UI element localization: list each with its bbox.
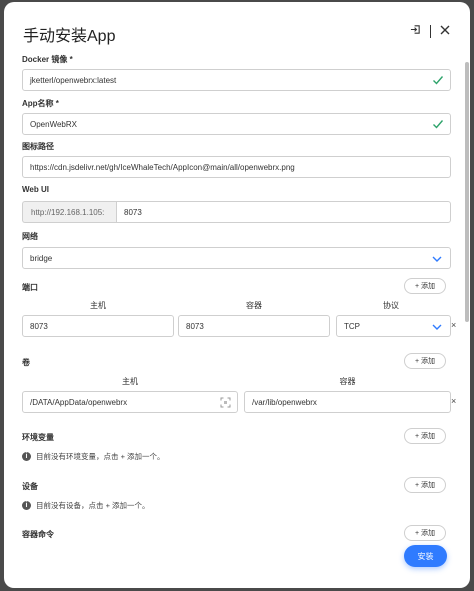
add-device-button[interactable]: + 添加: [404, 477, 446, 493]
docker-image-label: Docker 镜像 *: [22, 55, 73, 64]
plus-icon: +: [414, 357, 420, 365]
ports-label: 端口: [22, 283, 38, 292]
header-divider: [430, 24, 431, 38]
plus-icon: +: [414, 529, 420, 537]
install-button[interactable]: 安装: [404, 545, 447, 567]
add-cmd-button[interactable]: + 添加: [404, 525, 446, 541]
valid-check-icon: [432, 118, 444, 130]
volume-container-header: 容器: [339, 377, 356, 386]
network-select[interactable]: bridge: [22, 247, 451, 269]
chevron-down-icon: [432, 323, 442, 331]
close-icon[interactable]: [440, 24, 450, 38]
port-container-value: 8073: [186, 321, 204, 331]
network-label: 网络: [22, 232, 38, 241]
web-ui-port-input[interactable]: 8073: [116, 201, 451, 223]
folder-picker-icon[interactable]: [220, 397, 231, 408]
valid-check-icon: [432, 74, 444, 86]
port-container-input[interactable]: 8073: [178, 315, 330, 337]
remove-port-button[interactable]: ×: [451, 320, 456, 330]
add-env-button[interactable]: + 添加: [404, 428, 446, 444]
volume-host-value: /DATA/AppData/openwebrx: [30, 397, 128, 407]
web-ui-label: Web UI: [22, 185, 49, 194]
port-host-input[interactable]: 8073: [22, 315, 174, 337]
port-container-header: 容器: [246, 301, 262, 310]
port-protocol-select[interactable]: TCP: [336, 315, 451, 337]
import-icon[interactable]: [410, 24, 421, 38]
add-volume-button[interactable]: + 添加: [404, 353, 446, 369]
dialog-title: 手动安装App: [23, 28, 116, 45]
devices-empty-text: 目前没有设备，点击 + 添加一个。: [36, 501, 150, 510]
chevron-down-icon: [432, 255, 442, 263]
add-cmd-label: 添加: [421, 530, 436, 537]
devices-empty-message: i 目前没有设备，点击 + 添加一个。: [22, 500, 150, 511]
volume-container-value: /var/lib/openwebrx: [252, 397, 317, 407]
port-host-value: 8073: [30, 321, 48, 331]
env-empty-message: i 目前没有环境变量，点击 + 添加一个。: [22, 451, 165, 462]
remove-volume-button[interactable]: ×: [451, 396, 456, 406]
web-ui-prefix: http://192.168.1.105:: [22, 201, 116, 223]
devices-label: 设备: [22, 482, 38, 491]
icon-path-value: https://cdn.jsdelivr.net/gh/IceWhaleTech…: [30, 162, 295, 172]
scrollbar[interactable]: [465, 62, 469, 322]
network-value: bridge: [30, 253, 53, 263]
docker-image-value: jketterl/openwebrx:latest: [30, 75, 117, 85]
plus-icon: +: [414, 282, 420, 290]
info-icon: i: [22, 452, 31, 461]
app-name-label: App名称 *: [22, 99, 59, 108]
web-ui-port-value: 8073: [124, 207, 142, 217]
app-name-value: OpenWebRX: [30, 119, 77, 129]
icon-path-label: 图标路径: [22, 142, 54, 151]
plus-icon: +: [414, 481, 420, 489]
volumes-label: 卷: [22, 358, 30, 367]
add-volume-label: 添加: [421, 358, 436, 365]
docker-image-input[interactable]: jketterl/openwebrx:latest: [22, 69, 451, 91]
add-port-button[interactable]: + 添加: [404, 278, 446, 294]
port-host-header: 主机: [90, 301, 106, 310]
icon-path-input[interactable]: https://cdn.jsdelivr.net/gh/IceWhaleTech…: [22, 156, 451, 178]
port-protocol-value: TCP: [344, 321, 360, 331]
cmd-label: 容器命令: [22, 530, 54, 539]
install-app-dialog: 手动安装App Docker 镜像 * jketterl/openwebrx:l…: [4, 2, 470, 588]
add-env-label: 添加: [421, 433, 436, 440]
env-empty-text: 目前没有环境变量，点击 + 添加一个。: [36, 452, 165, 461]
volume-container-input[interactable]: /var/lib/openwebrx: [244, 391, 451, 413]
header-actions: [410, 24, 450, 38]
info-icon: i: [22, 501, 31, 510]
add-port-label: 添加: [421, 283, 436, 290]
volume-host-header: 主机: [122, 377, 138, 386]
volume-host-input[interactable]: /DATA/AppData/openwebrx: [22, 391, 238, 413]
env-label: 环境变量: [22, 433, 54, 442]
add-device-label: 添加: [421, 482, 436, 489]
plus-icon: +: [414, 432, 420, 440]
port-protocol-header: 协议: [383, 301, 399, 310]
app-name-input[interactable]: OpenWebRX: [22, 113, 451, 135]
